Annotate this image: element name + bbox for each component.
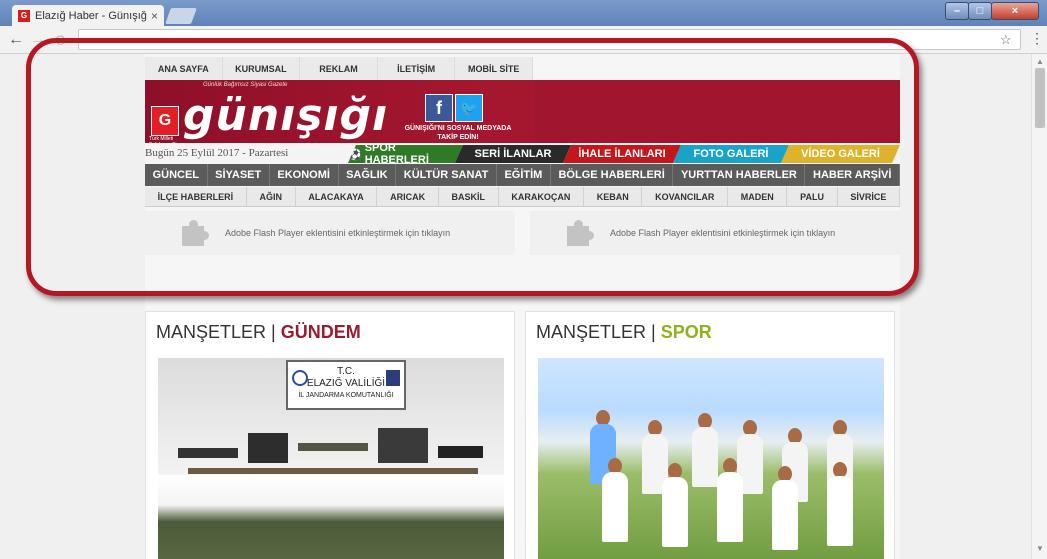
page-viewport: ANA SAYFA KURUMSAL REKLAM İLETİŞİM MOBİL… (0, 54, 1047, 559)
top-menu-item-ads[interactable]: REKLAM (300, 57, 378, 80)
headlines-agenda-title: MANŞETLER | GÜNDEM (156, 322, 361, 343)
headlines-sports-title: MANŞETLER | SPOR (536, 322, 712, 343)
district-item-agin[interactable]: AĞIN (247, 187, 296, 206)
district-item-maden[interactable]: MADEN (728, 187, 788, 206)
nav-item-current[interactable]: GÜNCEL (145, 164, 208, 186)
gendarmerie-sign: T.C. ELAZIĞ VALİLİĞİ İL JANDARMA KOMUTAN… (286, 360, 406, 410)
district-item-aricak[interactable]: ARICAK (377, 187, 439, 206)
top-menu: ANA SAYFA KURUMSAL REKLAM İLETİŞİM MOBİL… (145, 57, 533, 80)
main-nav: GÜNCEL SİYASET EKONOMİ SAĞLIK KÜLTÜR SAN… (145, 164, 901, 186)
top-menu-item-home[interactable]: ANA SAYFA (145, 57, 223, 80)
date-row: Bugün 25 Eylül 2017 - Pazartesi ⚽ SPOR H… (145, 143, 900, 163)
nav-item-education[interactable]: EĞİTİM (497, 164, 551, 186)
top-menu-item-contact[interactable]: İLETİŞİM (378, 57, 456, 80)
logo-flag-icon: G (151, 106, 179, 136)
headlines-accent-sports[interactable]: SPOR (661, 322, 712, 342)
district-nav: İLÇE HABERLERİ AĞIN ALACAKAYA ARICAK BAS… (145, 187, 901, 207)
back-arrow-icon[interactable]: ← (8, 31, 24, 49)
sign-line-3: İL JANDARMA KOMUTANLIĞI (298, 392, 394, 399)
banner-ad-area (535, 80, 900, 143)
address-bar[interactable] (78, 29, 1021, 50)
favicon-icon: G (18, 9, 30, 22)
seal-icon (292, 370, 308, 386)
headlines-prefix: MANŞETLER | (156, 322, 281, 342)
top-menu-item-mobile[interactable]: MOBİL SİTE (455, 57, 533, 80)
nav-item-national[interactable]: YURTTAN HABERLER (673, 164, 806, 186)
seized-items (168, 428, 494, 488)
flash-placeholder-text: Adobe Flash Player eklentisini etkinleşt… (225, 228, 451, 238)
tab-close-icon[interactable]: × (151, 9, 158, 23)
tab-video-gallery[interactable]: VİDEO GALERİ (781, 145, 900, 163)
social-follow-text: GÜNIŞIĞI'NI SOSYAL MEDYADA TAKİP EDİN! (393, 124, 523, 142)
headlines-accent-agenda[interactable]: GÜNDEM (281, 322, 361, 342)
tab-sports-news[interactable]: ⚽ SPOR HABERLERİ (348, 145, 463, 163)
district-item-alacakaya[interactable]: ALACAKAYA (296, 187, 378, 206)
plugin-puzzle-icon (564, 220, 594, 246)
nav-item-culture[interactable]: KÜLTÜR SANAT (396, 164, 497, 186)
headline-image-sports[interactable] (538, 358, 884, 559)
district-item-baskil[interactable]: BASKİL (439, 187, 499, 206)
tab-classifieds[interactable]: SERİ İLANLAR (455, 145, 571, 163)
headline-image-agenda[interactable]: T.C. ELAZIĞ VALİLİĞİ İL JANDARMA KOMUTAN… (158, 358, 504, 559)
nav-item-archive[interactable]: HABER ARŞİVİ (805, 164, 901, 186)
flash-placeholder-right[interactable]: Adobe Flash Player eklentisini etkinleşt… (530, 211, 900, 255)
district-item-all[interactable]: İLÇE HABERLERİ (145, 187, 247, 206)
close-window-button[interactable]: × (991, 2, 1039, 20)
scrollbar-thumb[interactable] (1035, 68, 1045, 128)
tab-photo-gallery[interactable]: FOTO GALERİ (673, 145, 789, 163)
flash-placeholder-left[interactable]: Adobe Flash Player eklentisini etkinleşt… (145, 211, 515, 255)
tab-tenders-label: İHALE İLANLARI (578, 148, 666, 160)
twitter-icon[interactable]: 🐦 (455, 94, 483, 122)
tab-tenders[interactable]: İHALE İLANLARI (563, 145, 681, 163)
plugin-puzzle-icon (179, 220, 209, 246)
district-item-keban[interactable]: KEBAN (584, 187, 643, 206)
scroll-up-arrow-icon[interactable]: ▲ (1036, 57, 1044, 66)
maximize-button[interactable]: □ (968, 2, 992, 20)
nav-item-politics[interactable]: SİYASET (208, 164, 270, 186)
logo-tagline: Günlük Bağımsız Siyasi Gazete (203, 82, 288, 88)
menu-dots-icon[interactable]: ⋮ (1030, 30, 1044, 47)
facebook-icon[interactable]: f (425, 94, 453, 122)
star-icon[interactable]: ☆ (1000, 32, 1012, 48)
headlines-sports-box: MANŞETLER | SPOR (525, 311, 895, 559)
site-logo[interactable]: günışığı (183, 90, 388, 141)
tab-photo-gallery-label: FOTO GALERİ (693, 148, 769, 160)
social-follow-line1: GÜNIŞIĞI'NI SOSYAL MEDYADA (404, 125, 512, 132)
site-container: ANA SAYFA KURUMSAL REKLAM İLETİŞİM MOBİL… (145, 54, 901, 559)
nav-item-health[interactable]: SAĞLIK (339, 164, 397, 186)
district-item-kovancilar[interactable]: KOVANCILAR (642, 187, 729, 206)
flash-placeholder-text: Adobe Flash Player eklentisini etkinleşt… (610, 228, 836, 238)
scroll-down-arrow-icon[interactable]: ▼ (1036, 544, 1044, 553)
browser-tab[interactable]: G Elazığ Haber - Günışığı G × (12, 5, 164, 26)
tab-title: Elazığ Haber - Günışığı G (35, 9, 147, 22)
reload-icon[interactable]: C (55, 32, 65, 48)
browser-titlebar: G Elazığ Haber - Günışığı G × – □ × (0, 0, 1047, 26)
browser-toolbar: ← → C ☆ ⋮ (0, 26, 1047, 54)
tab-classifieds-label: SERİ İLANLAR (474, 148, 552, 160)
forward-arrow-icon[interactable]: → (30, 31, 46, 49)
district-item-sivrice[interactable]: SİVRİCE (838, 187, 901, 206)
social-follow-line2: TAKİP EDİN! (437, 134, 479, 141)
emblem-icon (386, 370, 400, 386)
current-date: Bugün 25 Eylül 2017 - Pazartesi (145, 147, 289, 159)
site-banner: G Türk Milleti Belirleyen Bir Gazetedir … (145, 80, 900, 154)
nav-item-economy[interactable]: EKONOMİ (270, 164, 339, 186)
tab-sports-news-label: SPOR HABERLERİ (364, 142, 429, 166)
football-icon: ⚽ (348, 148, 362, 161)
top-menu-item-corporate[interactable]: KURUMSAL (223, 57, 301, 80)
headlines-prefix: MANŞETLER | (536, 322, 661, 342)
district-item-karakocan[interactable]: KARAKOÇAN (499, 187, 585, 206)
tab-video-gallery-label: VİDEO GALERİ (801, 148, 880, 160)
page-scrollbar[interactable]: ▲ ▼ (1031, 54, 1047, 559)
nav-item-regional[interactable]: BÖLGE HABERLERİ (551, 164, 674, 186)
minimize-button[interactable]: – (945, 2, 969, 20)
new-tab-button[interactable] (165, 8, 197, 24)
district-item-palu[interactable]: PALU (787, 187, 838, 206)
headlines-agenda-box: MANŞETLER | GÜNDEM T.C. ELAZIĞ VALİLİĞİ … (145, 311, 515, 559)
